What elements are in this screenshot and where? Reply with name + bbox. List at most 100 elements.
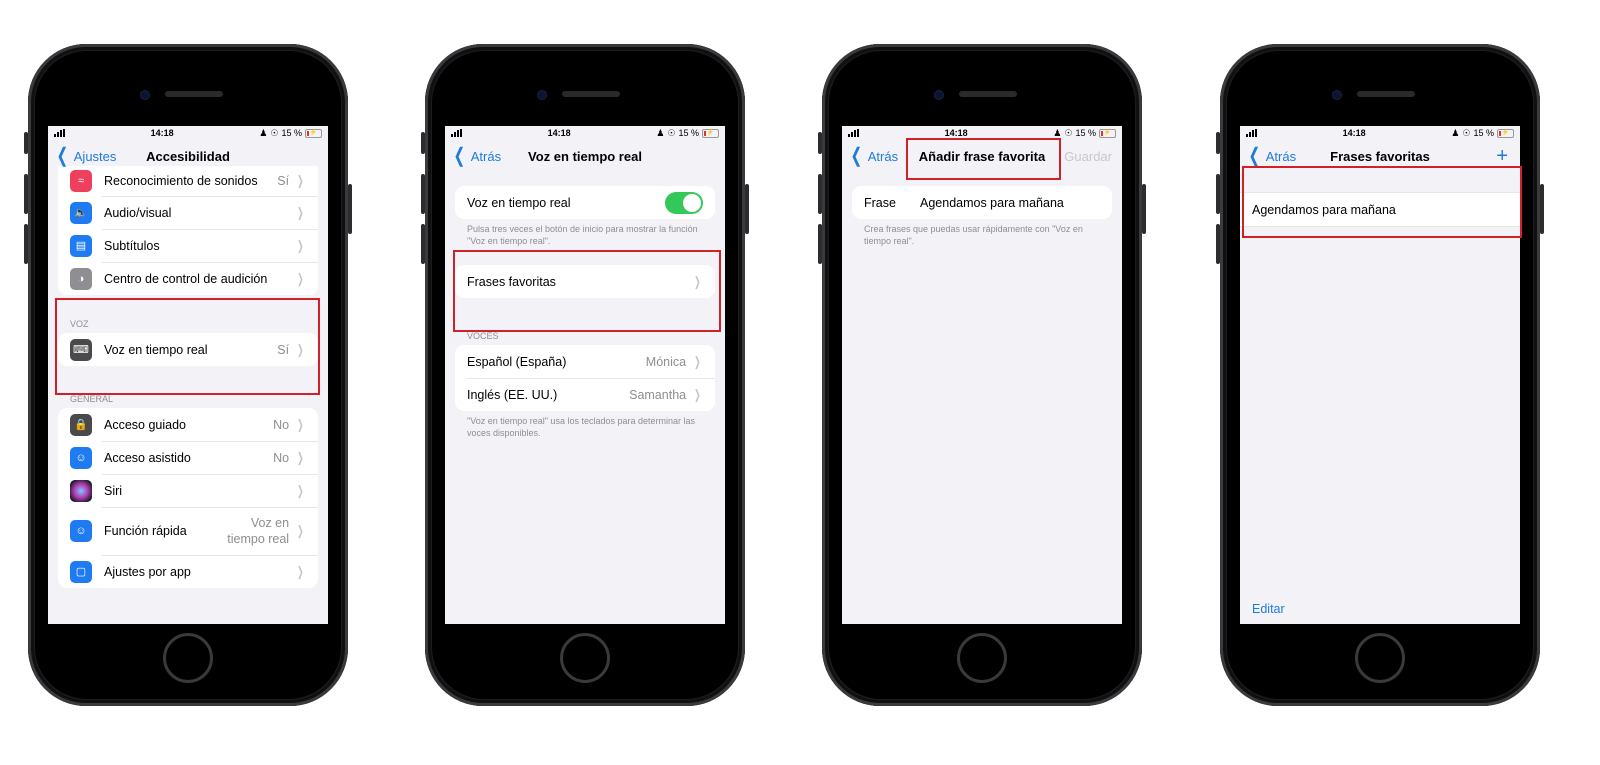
item-label: Siri [104,483,123,498]
list-item-centro-control-audicion[interactable]: ◑ Centro de control de audición ❯ [58,262,318,295]
item-label: Reconocimiento de sonidos [104,174,258,188]
chevron-right-icon: ❯ [297,204,304,220]
voz-tiempo-real-toggle[interactable] [665,191,703,214]
chevron-right-icon: ❯ [297,173,304,188]
volume-up-button [24,174,28,214]
home-button[interactable] [957,633,1007,683]
volume-down-button [1216,224,1220,264]
earpiece-speaker [165,91,223,97]
item-label: Acceso asistido [104,450,191,465]
signal-icon [848,129,859,137]
battery-charging-icon: ⚡ [304,128,322,138]
phrase-input[interactable]: Agendamos para mañana [920,196,1100,210]
list-item-audio-visual[interactable]: 🔈 Audio/visual ❯ [58,196,318,229]
mute-switch [1216,132,1220,154]
item-label: Voz en tiempo real [467,195,571,210]
status-bar: 14:18 ♟ ☉ 15 % ⚡ [842,126,1122,140]
screen-anadir-frase: 14:18 ♟ ☉ 15 % ⚡ ❮ Atrás Añadir frase favori… [842,126,1122,624]
chevron-right-icon: ❯ [694,273,701,289]
add-phrase-button[interactable]: + [1496,145,1508,168]
section-header-voz: VOZ [70,319,89,329]
earpiece-speaker [959,91,1017,97]
chevron-right-icon: ❯ [297,341,304,357]
phone-4: 14:18 ♟ ☉ 15 % ⚡ ❮ Atrás Frases favoritas + … [1216,44,1544,706]
chevron-right-icon: ❯ [694,353,701,369]
volume-up-button [818,174,822,214]
status-time: 14:18 [1342,128,1366,138]
save-button[interactable]: Guardar [1064,149,1112,164]
list-item-siri[interactable]: Siri ❯ [58,474,318,507]
earpiece-speaker [1357,91,1415,97]
status-time: 14:18 [150,128,174,138]
orientation-lock-icon: ☉ [667,127,676,138]
item-label: Subtítulos [104,238,160,253]
page-title: Frases favoritas [1330,148,1430,164]
edit-button[interactable]: Editar [1252,602,1285,616]
chevron-right-icon: ❯ [297,416,304,432]
user-icon: ♟ [1451,127,1460,138]
list-item-funcion-rapida[interactable]: ☺ Función rápida Voz en tiempo real ❯ [58,507,318,555]
list-item-reconocimiento-sonidos[interactable]: ≈ Reconocimiento de sonidos Sí ❯ [58,166,318,196]
page-title: Accesibilidad [146,148,230,164]
earpiece-speaker [562,91,620,97]
screen-voz-tiempo-real: 14:18 ♟ ☉ 15 % ⚡ ❮ Atrás Voz en tiempo real … [445,126,725,624]
hearing-group: ≈ Reconocimiento de sonidos Sí ❯ 🔈 Audio… [58,166,318,295]
keyboard-speech-icon: ⌨ [70,338,92,361]
user-icon: ♟ [1053,127,1062,138]
home-button[interactable] [1355,633,1405,683]
phrases-list: Agendamos para mañana [1240,192,1520,227]
general-group: 🔒 Acceso guiado No ❯ ☺ Acceso asistido N… [58,408,318,588]
phrase-group: Frase Agendamos para mañana [852,186,1112,219]
status-time: 14:18 [547,128,571,138]
accessibility-icon: ☺ [70,446,92,469]
list-item-frases-favoritas[interactable]: Frases favoritas ❯ [455,265,715,298]
item-value: No [273,450,290,465]
list-item-ajustes-por-app[interactable]: ▢ Ajustes por app ❯ [58,555,318,588]
phone-3: 14:18 ♟ ☉ 15 % ⚡ ❮ Atrás Añadir frase favori… [818,44,1146,706]
chevron-right-icon: ❯ [694,386,701,402]
page-title: Voz en tiempo real [528,148,642,164]
phone-2: 14:18 ♟ ☉ 15 % ⚡ ❮ Atrás Voz en tiempo real … [421,44,749,706]
subtitles-icon: ▤ [70,234,92,257]
orientation-lock-icon: ☉ [1462,127,1471,138]
item-label: Voz en tiempo real [104,342,208,357]
list-item-voice-espanol[interactable]: Español (España) Mónica ❯ [455,345,715,378]
lock-icon: 🔒 [70,413,92,436]
list-item-voz-tiempo-real[interactable]: ⌨ Voz en tiempo real Sí ❯ [58,333,318,366]
item-label: Frases favoritas [467,274,556,289]
list-item-voice-ingles[interactable]: Inglés (EE. UU.) Samantha ❯ [455,378,715,411]
item-value: No [273,417,290,432]
status-time: 14:18 [944,128,968,138]
voices-group: Español (España) Mónica ❯ Inglés (EE. UU… [455,345,715,412]
chevron-right-icon: ❯ [297,523,304,538]
list-item-acceso-guiado[interactable]: 🔒 Acceso guiado No ❯ [58,408,318,441]
battery-charging-icon: ⚡ [1098,128,1116,138]
phone-1: 14:18 ♟ ☉ 15 % ⚡ ❮ Ajustes Accesibilidad ≈ R… [24,44,352,706]
hearing-control-icon: ◑ [70,267,92,290]
user-icon: ♟ [656,127,665,138]
front-camera [1333,91,1341,99]
volume-up-button [421,174,425,214]
item-label: Inglés (EE. UU.) [467,387,558,402]
volume-down-button [421,224,425,264]
home-button[interactable] [560,633,610,683]
sound-recognition-icon: ≈ [70,170,92,192]
signal-icon [54,129,65,137]
chevron-right-icon: ❯ [297,237,304,253]
toggle-footer: Pulsa tres veces el botón de inicio para… [467,224,698,246]
list-item-acceso-asistido[interactable]: ☺ Acceso asistido No ❯ [58,441,318,474]
list-item-phrase[interactable]: Agendamos para mañana [1240,193,1520,226]
chevron-right-icon: ❯ [297,449,304,465]
nav-bar: ❮ Atrás Añadir frase favorita Guardar [842,140,1122,172]
item-value: Sí [277,342,290,357]
battery-percent: 15 % [281,128,302,138]
home-button[interactable] [163,633,213,683]
phrase-field-row: Frase Agendamos para mañana [852,186,1112,219]
battery-charging-icon: ⚡ [1496,128,1514,138]
power-button [745,184,749,234]
battery-percent: 15 % [1075,128,1096,138]
item-value: Mónica [645,354,687,369]
volume-down-button [818,224,822,264]
list-item-subtitulos[interactable]: ▤ Subtítulos ❯ [58,229,318,262]
favorites-group: Frases favoritas ❯ [455,265,715,299]
